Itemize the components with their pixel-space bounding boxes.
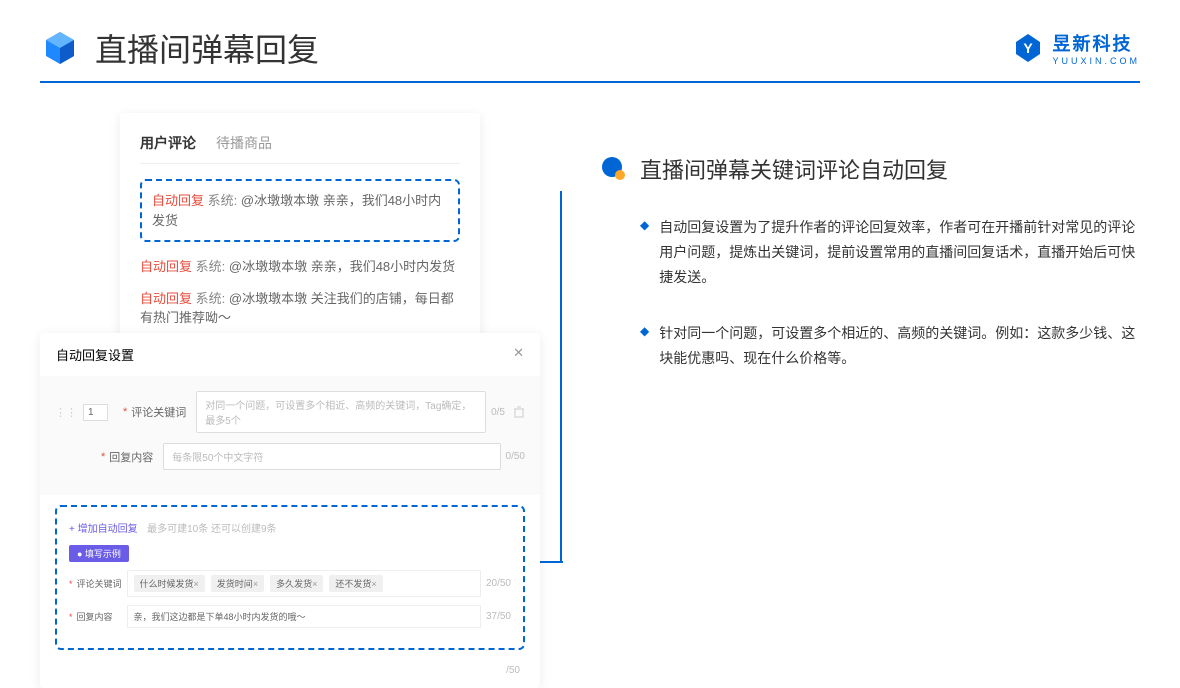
example-keyword-row: * 评论关键词 什么时候发货× 发货时间× 多久发货× 还不发货× 20/50 bbox=[69, 570, 511, 597]
comment-item: 自动回复 系统: @冰墩墩本墩 关注我们的店铺，每日都有热门推荐呦～ bbox=[140, 289, 460, 328]
count: 0/50 bbox=[506, 451, 525, 462]
row-number: 1 bbox=[83, 404, 108, 421]
close-icon[interactable]: ✕ bbox=[513, 345, 524, 364]
system-label: 系统: bbox=[196, 291, 226, 306]
ex-content-label: 回复内容 bbox=[77, 610, 127, 623]
bullet-text: 针对同一个问题，可设置多个相近的、高频的关键词。例如：这款多少钱、这块能优惠吗、… bbox=[659, 321, 1140, 371]
auto-reply-badge: 自动回复 bbox=[152, 193, 204, 208]
page-title: 直播间弹幕回复 bbox=[95, 25, 319, 71]
auto-reply-badge: 自动回复 bbox=[140, 259, 192, 274]
page-header: 直播间弹幕回复 bbox=[0, 0, 1180, 81]
logo-icon: Y bbox=[1012, 32, 1044, 64]
auto-reply-badge: 自动回复 bbox=[140, 291, 192, 306]
highlighted-comment: 自动回复 系统: @冰墩墩本墩 亲亲，我们48小时内发货 bbox=[140, 179, 460, 242]
diamond-icon: ◆ bbox=[640, 218, 649, 291]
content-row: * 回复内容 每条限50个中文字符 0/50 bbox=[55, 443, 525, 470]
keyword-input[interactable]: 对同一个问题，可设置多个相近、高频的关键词，Tag确定，最多5个 bbox=[196, 391, 486, 433]
add-hint: 最多可建10条 还可以创建9条 bbox=[147, 524, 276, 535]
required-mark: * bbox=[123, 406, 127, 418]
system-label: 系统: bbox=[196, 259, 226, 274]
ex-content-input[interactable]: 亲，我们这边都是下单48小时内发货的哦～ bbox=[127, 605, 481, 628]
drag-icon[interactable]: ⋮⋮ bbox=[55, 406, 77, 419]
description-panel: 直播间弹幕关键词评论自动回复 ◆ 自动回复设置为了提升作者的评论回复效率，作者可… bbox=[600, 113, 1140, 401]
header-divider bbox=[40, 81, 1140, 83]
ex-keyword-input[interactable]: 什么时候发货× 发货时间× 多久发货× 还不发货× bbox=[127, 570, 481, 597]
keyword-label: 评论关键词 bbox=[131, 404, 186, 420]
logo-sub-text: YUUXIN.COM bbox=[1052, 56, 1140, 66]
required-mark: * bbox=[69, 612, 73, 622]
modal-header: 自动回复设置 ✕ bbox=[40, 333, 540, 376]
bullet-text: 自动回复设置为了提升作者的评论回复效率，作者可在开播前针对常见的评论用户问题，提… bbox=[659, 215, 1140, 291]
logo-main-text: 昱新科技 bbox=[1052, 30, 1140, 56]
tabs: 用户评论 待播商品 bbox=[140, 133, 460, 164]
content-label: 回复内容 bbox=[109, 449, 153, 465]
keyword-row: ⋮⋮ 1 * 评论关键词 对同一个问题，可设置多个相近、高频的关键词，Tag确定… bbox=[55, 391, 525, 433]
modal-title: 自动回复设置 bbox=[56, 345, 134, 364]
screenshot-panel: 用户评论 待播商品 自动回复 系统: @冰墩墩本墩 亲亲，我们48小时内发货 自… bbox=[40, 113, 540, 401]
comment-item: 自动回复 系统: @冰墩墩本墩 亲亲，我们48小时内发货 bbox=[152, 191, 448, 230]
comment-text: @冰墩墩本墩 亲亲，我们48小时内发货 bbox=[229, 259, 455, 274]
tag[interactable]: 发货时间× bbox=[211, 575, 264, 592]
bullet-item: ◆ 针对同一个问题，可设置多个相近的、高频的关键词。例如：这款多少钱、这块能优惠… bbox=[600, 321, 1140, 371]
example-content-row: * 回复内容 亲，我们这边都是下单48小时内发货的哦～ 37/50 bbox=[69, 605, 511, 628]
settings-modal: 自动回复设置 ✕ ⋮⋮ 1 * 评论关键词 对同一个问题，可设置多个相近、高频的… bbox=[40, 333, 540, 688]
add-auto-reply-link[interactable]: + 增加自动回复 bbox=[69, 524, 138, 535]
count: 37/50 bbox=[486, 611, 511, 622]
tab-products[interactable]: 待播商品 bbox=[216, 133, 272, 153]
bubble-icon bbox=[600, 155, 628, 183]
trash-icon[interactable] bbox=[513, 406, 525, 418]
extra-count: /50 bbox=[40, 665, 540, 688]
count: 0/5 bbox=[491, 407, 505, 418]
tag[interactable]: 多久发货× bbox=[270, 575, 323, 592]
section-title-text: 直播间弹幕关键词评论自动回复 bbox=[640, 153, 948, 185]
tag[interactable]: 什么时候发货× bbox=[134, 575, 205, 592]
system-label: 系统: bbox=[208, 193, 238, 208]
cube-icon bbox=[40, 28, 80, 68]
ex-keyword-label: 评论关键词 bbox=[77, 577, 127, 590]
svg-text:Y: Y bbox=[1024, 40, 1034, 56]
section-title: 直播间弹幕关键词评论自动回复 bbox=[600, 153, 1140, 185]
content-input[interactable]: 每条限50个中文字符 bbox=[163, 443, 500, 470]
comment-item: 自动回复 系统: @冰墩墩本墩 亲亲，我们48小时内发货 bbox=[140, 257, 460, 277]
tab-user-comments[interactable]: 用户评论 bbox=[140, 133, 196, 153]
example-badge: ● 填写示例 bbox=[69, 545, 129, 562]
bullet-item: ◆ 自动回复设置为了提升作者的评论回复效率，作者可在开播前针对常见的评论用户问题… bbox=[600, 215, 1140, 291]
required-mark: * bbox=[69, 579, 73, 589]
comments-card: 用户评论 待播商品 自动回复 系统: @冰墩墩本墩 亲亲，我们48小时内发货 自… bbox=[120, 113, 480, 348]
count: 20/50 bbox=[486, 578, 511, 589]
diamond-icon: ◆ bbox=[640, 324, 649, 371]
brand-logo: Y 昱新科技 YUUXIN.COM bbox=[1012, 30, 1140, 66]
required-mark: * bbox=[101, 451, 105, 463]
example-section: + 增加自动回复 最多可建10条 还可以创建9条 ● 填写示例 * 评论关键词 … bbox=[55, 505, 525, 650]
tag[interactable]: 还不发货× bbox=[329, 575, 382, 592]
